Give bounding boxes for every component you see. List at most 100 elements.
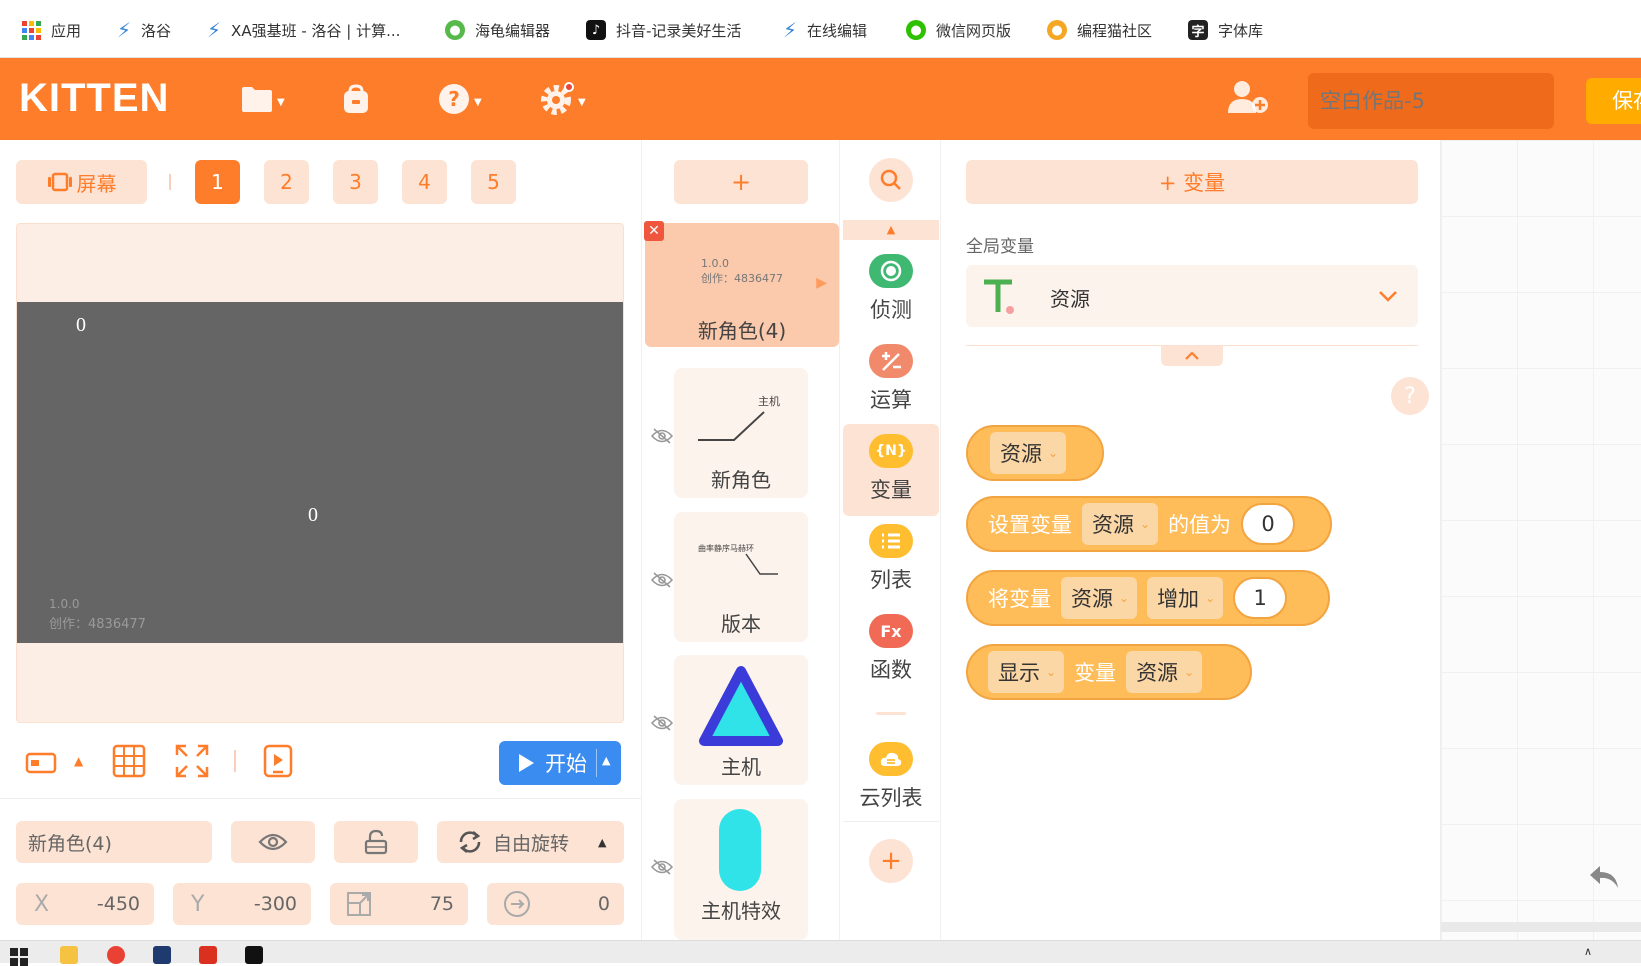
divider	[843, 821, 939, 822]
chrome-icon[interactable]	[107, 946, 125, 964]
help-icon: ?	[439, 84, 469, 114]
sprite-list: + 1.0.0 创作：4836477 ▶ 新角色(4) ✕ 主机 新角色 曲率静…	[641, 140, 839, 940]
bookmark-font-library[interactable]: 字 字体库	[1188, 17, 1263, 43]
stage-canvas[interactable]: 0 0 1.0.0 创作：4836477	[17, 302, 623, 643]
value-input[interactable]: 0	[1241, 503, 1296, 545]
start-button[interactable]: 开始 ▲	[499, 741, 621, 785]
block-search-button[interactable]	[869, 158, 913, 202]
sprite-item[interactable]: 主机 新角色	[674, 368, 808, 498]
lock-toggle[interactable]	[334, 821, 418, 863]
screen-tab-3[interactable]: 3	[333, 160, 378, 204]
bookmark-wechat[interactable]: ● 微信网页版	[906, 17, 1011, 43]
sprite-item[interactable]: 曲率静序马赫环 版本	[674, 512, 808, 642]
variable-dropdown[interactable]: 资源 ⌄	[1126, 651, 1203, 693]
value-input[interactable]: 1	[1233, 577, 1288, 619]
fullscreen-icon[interactable]	[175, 744, 209, 778]
stage-variable-display[interactable]: 0	[76, 314, 86, 337]
bookmark-luogu[interactable]: ⚡ 洛谷	[117, 17, 171, 43]
add-collaborator-button[interactable]	[1226, 80, 1270, 114]
help-menu-button[interactable]: ? ▼	[438, 82, 482, 116]
screen-label: 屏幕	[76, 171, 117, 196]
screen-button[interactable]: 屏幕	[16, 160, 147, 204]
divider	[234, 750, 236, 772]
screen-tab-1[interactable]: 1	[195, 160, 240, 204]
stage-variable-display[interactable]: 0	[308, 504, 318, 527]
file-explorer-icon[interactable]	[60, 946, 78, 964]
bookmark-apps[interactable]: 应用	[22, 17, 81, 43]
category-list[interactable]: 列表	[843, 514, 939, 606]
undo-icon[interactable]	[1586, 862, 1622, 892]
change-variable-block[interactable]: 将变量 资源 ⌄ 增加 ⌄ 1	[966, 570, 1330, 626]
rotation-mode-select[interactable]: 自由旋转 ▲	[437, 821, 624, 863]
windows-start-icon[interactable]	[10, 948, 28, 966]
chevron-up-icon[interactable]: ∧	[1584, 945, 1592, 958]
sprite-item[interactable]: 主机	[674, 655, 808, 785]
variable-select[interactable]: 资源	[966, 265, 1418, 327]
category-operator[interactable]: 运算	[843, 334, 939, 426]
x-value: -450	[96, 893, 140, 915]
sprite-thumb-text: 创作：4836477	[701, 272, 783, 285]
code-workspace[interactable]	[1440, 140, 1641, 940]
sprite-item-active[interactable]: 1.0.0 创作：4836477 ▶ 新角色(4)	[645, 223, 839, 347]
show-variable-block[interactable]: 显示 ⌄ 变量 资源 ⌄	[966, 644, 1252, 700]
x-position-field[interactable]: X -450	[16, 883, 154, 925]
caret-up-icon[interactable]: ▲	[74, 754, 83, 768]
collapse-button[interactable]	[1161, 346, 1223, 366]
direction-field[interactable]: 0	[487, 883, 624, 925]
eye-off-icon[interactable]	[651, 428, 673, 444]
variable-dropdown[interactable]: 资源 ⌄	[1082, 503, 1159, 545]
add-sprite-button[interactable]: +	[674, 160, 808, 204]
variable-dropdown[interactable]: 资源 ⌄	[1061, 577, 1138, 619]
screen-tab-5[interactable]: 5	[471, 160, 516, 204]
variable-dropdown[interactable]: 资源 ⌄	[990, 432, 1067, 474]
bookmark-xa-class[interactable]: ⚡ XA强基班 - 洛谷 | 计算...	[207, 17, 400, 43]
bookmark-label: 在线编辑	[807, 21, 868, 40]
settings-menu-button[interactable]: ▼	[540, 82, 586, 116]
delete-sprite-icon[interactable]: ✕	[644, 221, 664, 241]
eye-off-icon[interactable]	[651, 715, 673, 731]
block-category-list: ▲ 侦测 运算 {N} 变量 列表 Fx 函数 云列表 +	[839, 140, 941, 940]
caret-up-icon[interactable]: ▲	[602, 754, 610, 767]
sprite-name-field[interactable]: 新角色(4)	[16, 821, 212, 863]
chevron-right-icon[interactable]: ▶	[816, 275, 827, 291]
stage-size-icon[interactable]	[25, 751, 57, 775]
bookmark-label: 海龟编辑器	[475, 21, 551, 40]
eye-off-icon[interactable]	[651, 572, 673, 588]
dropdown-value: 资源	[1092, 513, 1134, 537]
dev-cpp-icon[interactable]	[153, 946, 171, 964]
save-button[interactable]: 保存	[1586, 78, 1641, 124]
file-menu-button[interactable]: ▼	[241, 82, 285, 116]
operation-dropdown[interactable]: 增加 ⌄	[1147, 577, 1224, 619]
show-hide-dropdown[interactable]: 显示 ⌄	[988, 651, 1065, 693]
horizontal-scrollbar[interactable]	[1441, 922, 1641, 932]
text-variable-icon	[984, 279, 1014, 314]
bookmark-online-edit[interactable]: ⚡ 在线编辑	[783, 17, 867, 43]
variable-reporter-block[interactable]: 资源 ⌄	[966, 425, 1104, 481]
detect-icon	[869, 254, 913, 288]
eye-off-icon[interactable]	[651, 859, 673, 875]
douyin-icon[interactable]	[245, 946, 263, 964]
bookmark-douyin[interactable]: ♪ 抖音-记录美好生活	[586, 17, 741, 43]
add-variable-button[interactable]: + 变量	[966, 160, 1418, 204]
visibility-toggle[interactable]	[231, 821, 315, 863]
set-variable-block[interactable]: 设置变量 资源 ⌄ 的值为 0	[966, 496, 1332, 552]
bookmark-codemao[interactable]: ● 编程猫社区	[1047, 17, 1152, 43]
scale-field[interactable]: 75	[330, 883, 468, 925]
help-icon[interactable]: ?	[1391, 377, 1429, 415]
category-cloud-list[interactable]: 云列表	[843, 732, 939, 824]
add-extension-button[interactable]: +	[869, 839, 913, 883]
category-variable[interactable]: {N} 变量	[843, 424, 939, 516]
category-function[interactable]: Fx 函数	[843, 604, 939, 696]
phone-preview-icon[interactable]	[263, 744, 293, 778]
scroll-up-button[interactable]: ▲	[843, 220, 939, 240]
screen-tab-2[interactable]: 2	[264, 160, 309, 204]
y-position-field[interactable]: Y -300	[173, 883, 311, 925]
sprite-item[interactable]: 主机特效	[674, 799, 808, 940]
project-title-input[interactable]	[1308, 73, 1554, 129]
grid-icon[interactable]	[112, 744, 146, 778]
category-detect[interactable]: 侦测	[843, 244, 939, 336]
screen-tab-4[interactable]: 4	[402, 160, 447, 204]
bookmark-turtle-editor[interactable]: ● 海龟编辑器	[445, 17, 550, 43]
wps-icon[interactable]	[199, 946, 217, 964]
backpack-button[interactable]	[340, 82, 372, 116]
